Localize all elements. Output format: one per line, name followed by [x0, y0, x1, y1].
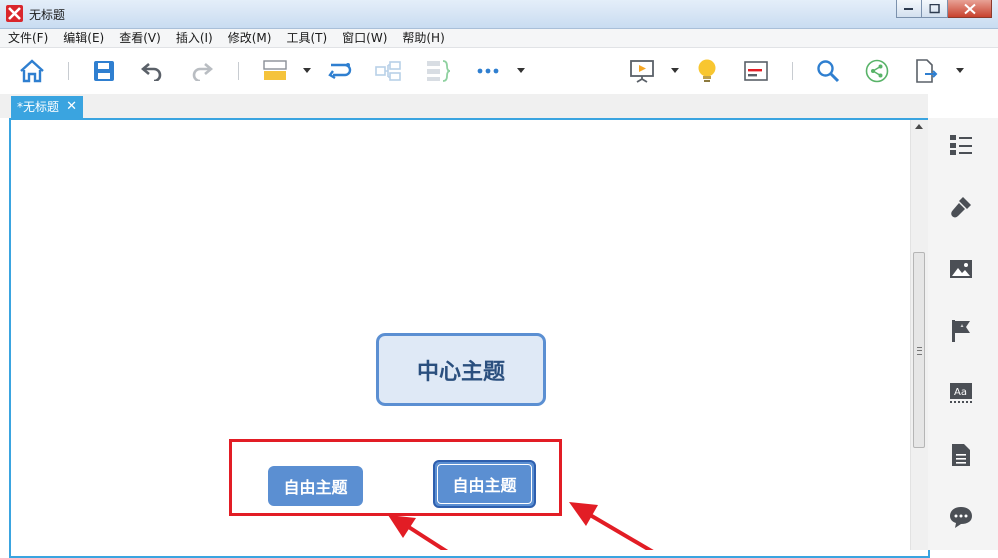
notes-icon[interactable] [948, 442, 974, 468]
presentation-icon[interactable] [628, 57, 656, 85]
minimize-icon [904, 7, 913, 10]
title-bar: 无标题 [0, 0, 998, 29]
close-button[interactable] [948, 0, 992, 18]
central-topic[interactable]: 中心主题 [376, 333, 546, 406]
topic-icon[interactable] [261, 57, 289, 85]
scroll-thumb[interactable] [913, 252, 925, 448]
toolbar-separator [238, 62, 239, 80]
save-icon[interactable] [90, 57, 118, 85]
summary-icon[interactable] [374, 57, 402, 85]
format-brush-icon[interactable] [948, 194, 974, 220]
toolbar-separator [792, 62, 793, 80]
menu-file[interactable]: 文件(F) [0, 29, 55, 47]
maximize-button[interactable] [922, 0, 948, 18]
grip-icon [917, 347, 922, 355]
menu-help[interactable]: 帮助(H) [394, 29, 451, 47]
menu-edit[interactable]: 编辑(E) [55, 29, 111, 47]
more-icon[interactable] [474, 57, 502, 85]
text-style-icon[interactable]: Aa [948, 380, 974, 406]
toolbar-separator [68, 62, 69, 80]
window-controls [896, 0, 992, 20]
comment-icon[interactable] [948, 504, 974, 530]
menu-window[interactable]: 窗口(W) [334, 29, 394, 47]
chevron-down-icon[interactable] [671, 68, 679, 74]
outline-icon[interactable] [742, 57, 770, 85]
chevron-down-icon[interactable] [956, 68, 964, 74]
restore-icon [929, 3, 940, 13]
annotation-highlight-box [229, 439, 562, 516]
undo-icon[interactable] [138, 57, 166, 85]
toolbar [0, 48, 998, 94]
scroll-up-icon[interactable] [915, 124, 923, 129]
menu-modify[interactable]: 修改(M) [220, 29, 279, 47]
menu-tools[interactable]: 工具(T) [278, 29, 334, 47]
search-icon[interactable] [814, 57, 842, 85]
menu-bar: 文件(F) 编辑(E) 查看(V) 插入(I) 修改(M) 工具(T) 窗口(W… [0, 29, 998, 48]
vertical-scrollbar[interactable] [910, 120, 928, 550]
outline-panel-icon[interactable] [948, 132, 974, 158]
minimize-button[interactable] [896, 0, 922, 18]
menu-view[interactable]: 查看(V) [111, 29, 168, 47]
menu-insert[interactable]: 插入(I) [168, 29, 220, 47]
chevron-down-icon[interactable] [517, 68, 525, 74]
svg-text:Aa: Aa [954, 387, 967, 398]
right-sidebar: Aa [928, 118, 998, 550]
export-icon[interactable] [912, 57, 940, 85]
tab-bar: *无标题 ✕ [0, 94, 928, 118]
chevron-down-icon[interactable] [303, 68, 311, 74]
window-title: 无标题 [29, 8, 66, 22]
home-icon[interactable] [18, 57, 46, 85]
marker-flag-icon[interactable] [948, 318, 974, 344]
close-icon [963, 3, 976, 14]
tab-label: *无标题 [17, 100, 60, 114]
boundary-icon[interactable] [424, 57, 452, 85]
share-icon[interactable] [863, 57, 891, 85]
app-logo-icon [6, 5, 23, 22]
relationship-icon[interactable] [326, 57, 354, 85]
image-icon[interactable] [948, 256, 974, 282]
tab-close-icon[interactable]: ✕ [66, 96, 77, 118]
redo-icon[interactable] [188, 57, 216, 85]
idea-icon[interactable] [693, 57, 721, 85]
tab-untitled[interactable]: *无标题 ✕ [11, 96, 83, 118]
